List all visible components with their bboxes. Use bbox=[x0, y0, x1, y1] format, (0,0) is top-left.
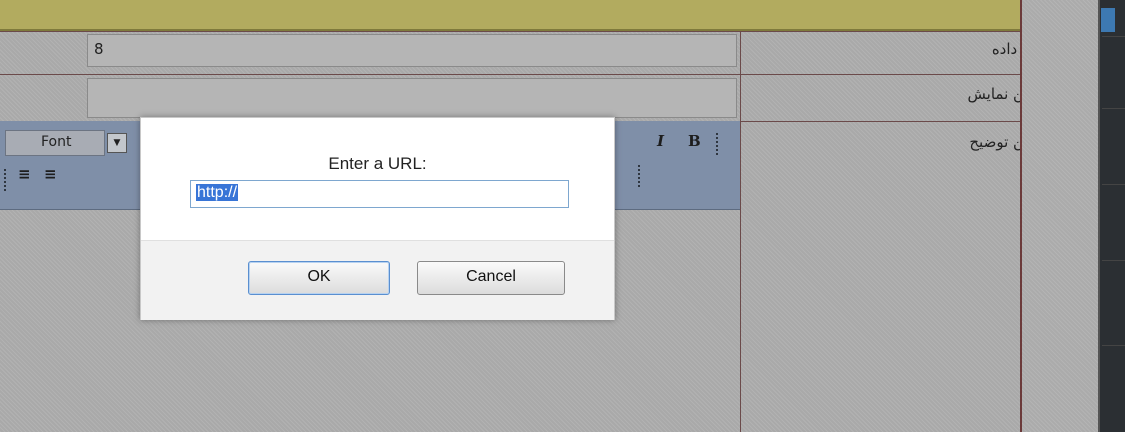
rail-separator bbox=[1102, 36, 1125, 37]
cancel-button[interactable]: Cancel bbox=[417, 261, 565, 295]
row-divider bbox=[0, 74, 1020, 75]
scroll-thumb[interactable] bbox=[1101, 8, 1115, 32]
rail-separator bbox=[1102, 345, 1125, 346]
toolbar-separator bbox=[716, 133, 718, 155]
screen: کد داده متن نمایش متن توضیح 8 Font ▼ ≡ ≡… bbox=[0, 0, 1125, 432]
data-code-field[interactable]: 8 bbox=[87, 34, 737, 67]
dialog-message: Enter a URL: bbox=[328, 154, 427, 173]
ok-button[interactable]: OK bbox=[248, 261, 390, 295]
rail-separator bbox=[1102, 260, 1125, 261]
column-divider bbox=[740, 31, 741, 432]
title-strip bbox=[0, 0, 1020, 31]
bold-icon[interactable]: B bbox=[688, 132, 701, 150]
rail-separator bbox=[1102, 184, 1125, 185]
url-input[interactable]: http:// bbox=[190, 180, 569, 208]
rail-separator bbox=[1102, 108, 1125, 109]
dialog-body bbox=[141, 118, 614, 240]
align-left-icon[interactable]: ≡ bbox=[18, 165, 31, 183]
font-select[interactable]: Font bbox=[5, 130, 105, 156]
url-input-value: http:// bbox=[196, 184, 239, 201]
row-divider bbox=[0, 31, 1020, 32]
italic-icon[interactable]: I bbox=[657, 132, 664, 150]
font-dropdown-arrow-icon[interactable]: ▼ bbox=[107, 133, 127, 153]
toolbar-separator bbox=[4, 169, 6, 191]
url-prompt-dialog: Enter a URL: http:// OK Cancel bbox=[140, 117, 615, 320]
scroll-rail[interactable] bbox=[1098, 0, 1125, 432]
display-text-field[interactable] bbox=[87, 78, 737, 118]
align-center-icon[interactable]: ≡ bbox=[44, 165, 57, 183]
toolbar-separator bbox=[638, 165, 640, 187]
right-gutter bbox=[1020, 0, 1100, 432]
